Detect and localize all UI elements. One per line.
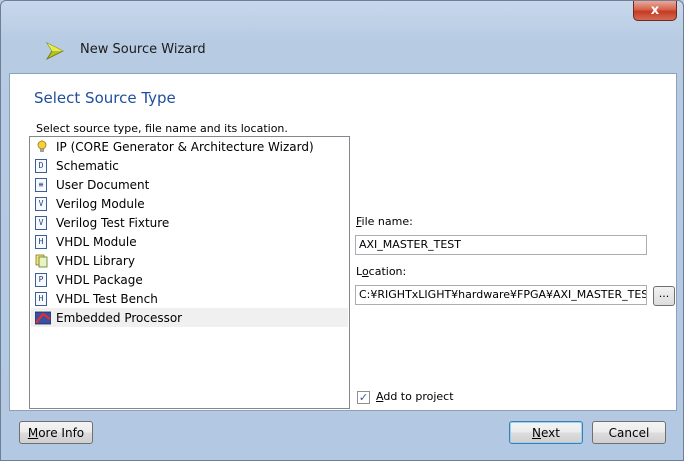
file-name-label: File name: — [356, 215, 413, 228]
source-type-list[interactable]: IP (CORE Generator & Architecture Wizard… — [29, 136, 350, 409]
browse-button[interactable]: ... — [653, 286, 675, 306]
verilog-test-fixture-icon: V — [35, 215, 49, 230]
cancel-button[interactable]: Cancel — [592, 421, 666, 444]
embedded-processor-icon — [34, 311, 52, 325]
vhdl-module-icon: H — [35, 234, 49, 249]
more-info-button[interactable]: More Info — [19, 421, 93, 444]
ip-core-icon — [35, 139, 49, 154]
list-item-label: VHDL Module — [56, 234, 137, 249]
doc-glyph: D — [35, 158, 47, 173]
vhdl-test-bench-icon: H — [35, 291, 49, 306]
add-to-project-label: Add to project — [376, 390, 454, 403]
list-item-label: Embedded Processor — [56, 310, 183, 325]
wizard-content: Select Source Type Select source type, f… — [9, 73, 677, 411]
list-item-label: Verilog Test Fixture — [56, 215, 170, 230]
list-item[interactable]: H VHDL Test Bench — [31, 289, 348, 308]
doc-glyph: V — [35, 215, 47, 230]
instruction-text: Select source type, file name and its lo… — [36, 122, 288, 135]
location-input[interactable]: C:¥RIGHTxLIGHT¥hardware¥FPGA¥AXI_MASTER_… — [355, 285, 647, 305]
list-item[interactable]: P VHDL Package — [31, 270, 348, 289]
verilog-module-icon: V — [35, 196, 49, 211]
wizard-logo-icon — [45, 42, 64, 60]
list-item-label: IP (CORE Generator & Architecture Wizard… — [56, 139, 314, 154]
doc-glyph: H — [35, 291, 47, 306]
list-item-label: Verilog Module — [56, 196, 145, 211]
list-item[interactable]: ≡ User Document — [31, 175, 348, 194]
list-item[interactable]: H VHDL Module — [31, 232, 348, 251]
list-item-label: Schematic — [56, 158, 119, 173]
close-icon: x — [650, 3, 660, 18]
list-item[interactable]: V Verilog Test Fixture — [31, 213, 348, 232]
list-item[interactable]: VHDL Library — [31, 251, 348, 270]
doc-glyph: ≡ — [35, 177, 47, 192]
list-item[interactable]: D Schematic — [31, 156, 348, 175]
location-label: Location: — [356, 265, 407, 278]
window-title: New Source Wizard — [80, 42, 206, 57]
list-item-label: VHDL Test Bench — [56, 291, 158, 306]
list-item[interactable]: IP (CORE Generator & Architecture Wizard… — [31, 137, 348, 156]
doc-glyph: V — [35, 196, 47, 211]
next-button[interactable]: Next — [509, 421, 583, 444]
vhdl-library-icon — [35, 254, 49, 268]
doc-glyph: P — [35, 272, 47, 287]
user-document-icon: ≡ — [35, 177, 49, 192]
new-source-wizard-window: New Source Wizard x Select Source Type S… — [0, 0, 684, 461]
list-item-label: VHDL Package — [56, 272, 143, 287]
page-title: Select Source Type — [34, 89, 176, 107]
schematic-icon: D — [35, 158, 49, 173]
list-item-label: User Document — [56, 177, 150, 192]
vhdl-package-icon: P — [35, 272, 49, 287]
title-bar: New Source Wizard x — [1, 1, 683, 73]
add-to-project-checkbox[interactable]: ✓ — [357, 391, 370, 404]
file-name-input[interactable]: AXI_MASTER_TEST — [355, 235, 647, 255]
list-item[interactable]: Embedded Processor — [31, 308, 348, 327]
close-button[interactable]: x — [633, 1, 677, 21]
list-item-label: VHDL Library — [56, 253, 135, 268]
list-item[interactable]: V Verilog Module — [31, 194, 348, 213]
doc-glyph: H — [35, 234, 47, 249]
